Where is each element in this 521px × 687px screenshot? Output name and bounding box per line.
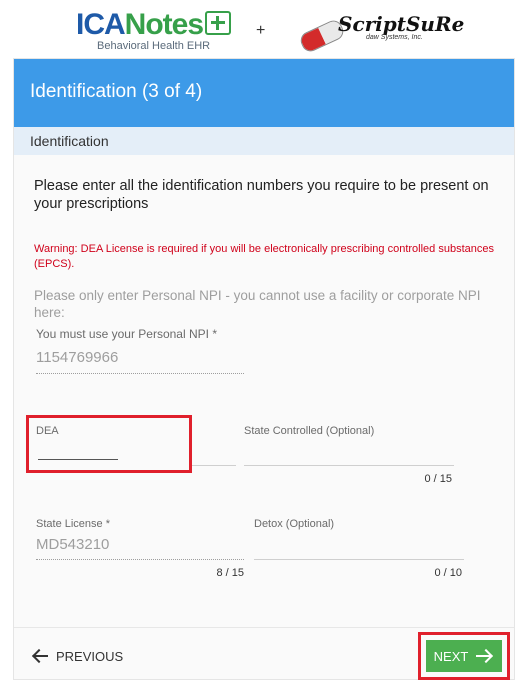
- state-license-field[interactable]: MD543210: [36, 536, 109, 553]
- npi-field[interactable]: 1154769966: [36, 349, 118, 366]
- scriptsure-subtitle: daw Systems, Inc.: [366, 34, 423, 41]
- logo-bar: ICANotes Behavioral Health EHR + ScriptS…: [0, 0, 521, 58]
- npi-underline: [36, 373, 244, 374]
- icanotes-subtitle: Behavioral Health EHR: [97, 40, 211, 52]
- dea-field[interactable]: [36, 443, 226, 463]
- dea-cursor-line: [38, 459, 118, 460]
- instructions-text: Please enter all the identification numb…: [34, 178, 489, 212]
- page-title: Identification (3 of 4): [30, 81, 203, 102]
- icanotes-logo-ica: ICA: [76, 8, 126, 41]
- scriptsure-logo: ScriptSuRe daw Systems, Inc.: [297, 12, 464, 55]
- npi-label: You must use your Personal NPI *: [36, 327, 217, 341]
- detox-underline: [254, 559, 464, 560]
- npi-note-text: Please only enter Personal NPI - you can…: [34, 288, 481, 320]
- dea-warning-text: Warning: DEA License is required if you …: [34, 243, 494, 270]
- section-title: Identification: [30, 133, 109, 149]
- card-header: Identification (3 of 4): [14, 59, 514, 127]
- identification-card: Identification (3 of 4) Identification P…: [13, 58, 515, 680]
- icanotes-logo-notes: Notes: [124, 8, 204, 41]
- arrow-left-icon: [32, 649, 48, 663]
- state-controlled-underline: [244, 465, 454, 466]
- logo-separator: +: [256, 22, 266, 39]
- state-license-counter: 8 / 15: [216, 567, 244, 579]
- previous-button[interactable]: PREVIOUS: [32, 645, 123, 667]
- scriptsure-name: ScriptSuRe: [338, 12, 465, 36]
- icanotes-logo: ICANotes Behavioral Health EHR: [76, 8, 232, 52]
- detox-label: Detox (Optional): [254, 518, 335, 530]
- state-license-label: State License *: [36, 518, 110, 530]
- section-bar: Identification: [14, 127, 514, 155]
- footer-divider: [14, 627, 514, 628]
- state-controlled-counter: 0 / 15: [424, 473, 452, 485]
- arrow-right-icon: [476, 649, 494, 663]
- next-button-label: NEXT: [433, 648, 469, 664]
- icanotes-plus-icon: [205, 11, 232, 36]
- detox-counter: 0 / 10: [434, 567, 462, 579]
- state-controlled-label: State Controlled (Optional): [244, 425, 375, 437]
- dea-underline: [192, 465, 236, 466]
- next-highlight-box: NEXT: [418, 632, 510, 680]
- dea-label: DEA: [36, 425, 59, 437]
- previous-button-label: PREVIOUS: [56, 648, 124, 664]
- state-controlled-field[interactable]: [244, 443, 454, 463]
- state-license-underline: [36, 559, 244, 560]
- detox-field[interactable]: [254, 536, 464, 556]
- next-button[interactable]: NEXT: [426, 640, 502, 672]
